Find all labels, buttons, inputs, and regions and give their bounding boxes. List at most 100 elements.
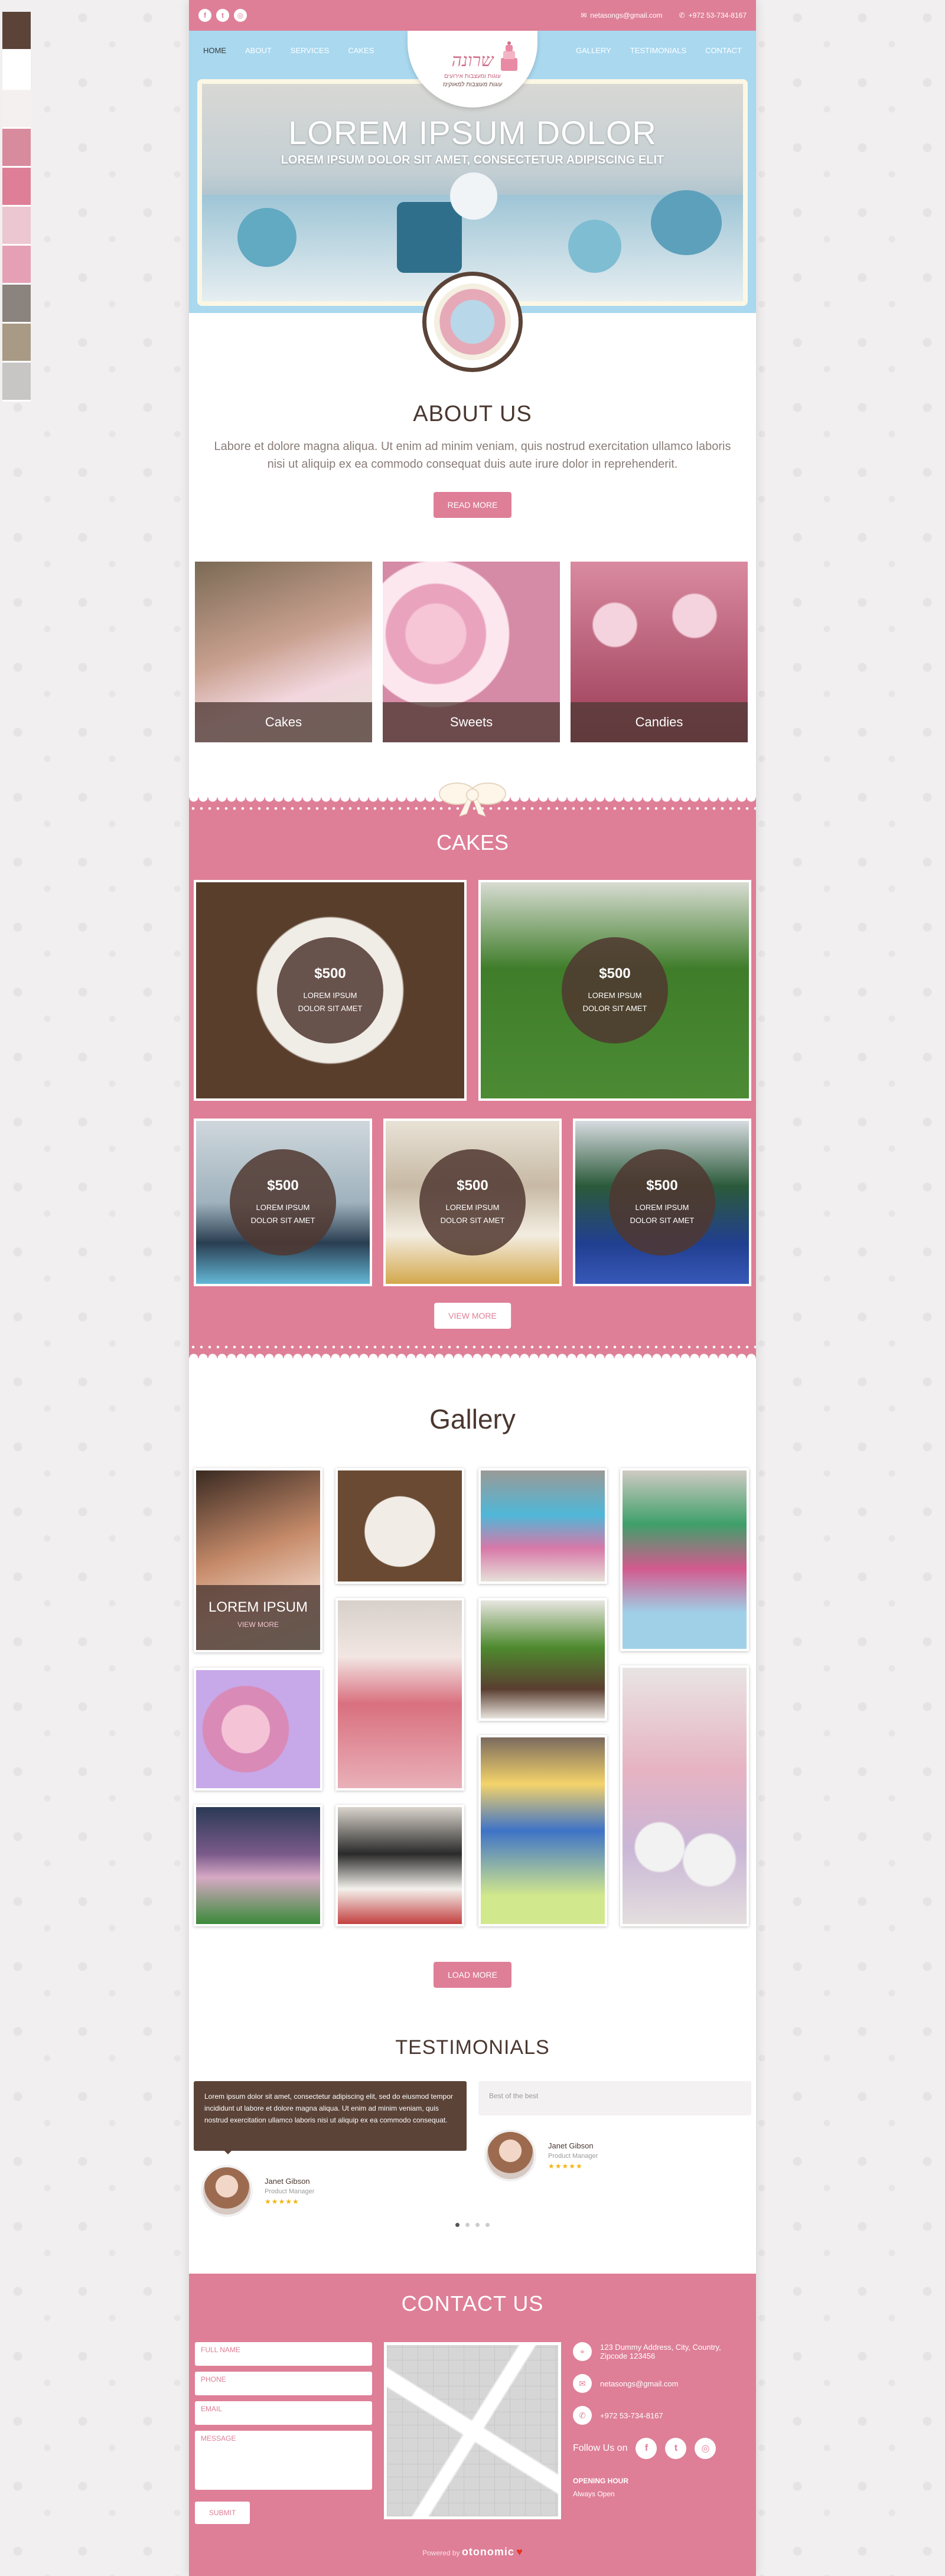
main-nav: HOME ABOUT SERVICES CAKES GALLERY TESTIM… xyxy=(189,31,756,107)
gallery-image[interactable] xyxy=(335,1805,464,1926)
swatch[interactable] xyxy=(2,51,31,90)
hero-decor xyxy=(568,220,621,273)
swatch[interactable] xyxy=(2,246,31,285)
gallery-image[interactable] xyxy=(194,1668,322,1791)
overlay-link[interactable]: VIEW MORE xyxy=(196,1620,320,1629)
author-role: Product Manager xyxy=(548,2152,598,2160)
twitter-icon[interactable]: t xyxy=(216,9,229,22)
nav-item-home[interactable]: HOME xyxy=(194,31,236,71)
twitter-icon[interactable]: t xyxy=(665,2438,687,2459)
opening-hours: OPENING HOUR Always Open xyxy=(573,2477,750,2498)
nav-item-cakes[interactable]: CAKES xyxy=(338,31,383,71)
cake-price: $500 xyxy=(314,966,346,982)
nav-item-services[interactable]: SERVICES xyxy=(281,31,339,71)
top-phone[interactable]: +972 53-734-8167 xyxy=(689,11,747,19)
author-name: Janet Gibson xyxy=(265,2176,310,2186)
follow-us: Follow Us on f t ◎ xyxy=(573,2438,750,2459)
category-sweets[interactable]: Sweets xyxy=(383,562,560,742)
powered-by: Powered by otonomic ♥ xyxy=(189,2546,756,2558)
cake-desc: LOREM IPSUM DOLOR SIT AMET xyxy=(582,991,647,1013)
location-map[interactable] xyxy=(384,2342,561,2519)
gallery-image[interactable] xyxy=(478,1735,607,1926)
gallery-title: Gallery xyxy=(429,1404,516,1434)
gallery-section: Gallery LOREM IPSUM VIEW MORE LOAD MORE xyxy=(189,1358,756,2002)
hero-decor xyxy=(397,202,462,273)
logo-subtitle: עוגות ומעצבות אירועים xyxy=(444,73,501,80)
cake-item[interactable]: $500 LOREM IPSUM DOLOR SIT AMET xyxy=(383,1119,562,1286)
gallery-image[interactable] xyxy=(194,1805,322,1926)
page: f t ◎ ✉ netasongs@gmail.com ✆ +972 53-734-… xyxy=(0,0,945,2576)
logo-title: שרונה xyxy=(451,50,494,71)
swatch[interactable] xyxy=(2,207,31,246)
mail-icon: ✉ xyxy=(581,11,587,19)
swatch[interactable] xyxy=(2,129,31,168)
email-text[interactable]: netasongs@gmail.com xyxy=(600,2379,678,2388)
follow-label: Follow Us on xyxy=(573,2443,628,2453)
contact-info: ⌖ 123 Dummy Address, City, Country, Zipc… xyxy=(573,2342,750,2498)
gallery-image[interactable]: LOREM IPSUM VIEW MORE xyxy=(194,1468,322,1652)
instagram-icon[interactable]: ◎ xyxy=(695,2438,716,2459)
hero-title: LOREM IPSUM DOLOR xyxy=(288,114,657,151)
gallery-image[interactable] xyxy=(620,1665,749,1926)
star-rating: ★★★★★ xyxy=(548,2161,583,2170)
category-cakes[interactable]: Cakes xyxy=(195,562,372,742)
submit-button[interactable]: SUBMIT xyxy=(195,2502,250,2524)
nav-item-about[interactable]: ABOUT xyxy=(236,31,281,71)
carousel-dot[interactable] xyxy=(485,2223,490,2227)
swatch[interactable] xyxy=(2,363,31,402)
scallop-edge xyxy=(189,1349,756,1358)
avatar xyxy=(484,2130,536,2182)
gallery-image[interactable] xyxy=(478,1468,607,1584)
category-candies[interactable]: Candies xyxy=(571,562,748,742)
cake-item[interactable]: $500 LOREM IPSUM DOLOR SIT AMET xyxy=(194,1119,372,1286)
carousel-dots xyxy=(455,2223,490,2227)
carousel-dot[interactable] xyxy=(455,2223,460,2227)
read-more-button[interactable]: READ MORE xyxy=(433,492,512,518)
cakes-title: CAKES xyxy=(436,830,509,855)
carousel-dot[interactable] xyxy=(475,2223,480,2227)
emblem-image xyxy=(434,283,511,360)
nav-item-contact[interactable]: CONTACT xyxy=(696,31,751,71)
swatch[interactable] xyxy=(2,90,31,129)
gallery-image[interactable] xyxy=(478,1598,607,1721)
contact-email: ✉ netasongs@gmail.com xyxy=(573,2374,750,2393)
phone-text[interactable]: +972 53-734-8167 xyxy=(600,2411,663,2420)
gallery-image[interactable] xyxy=(335,1468,464,1584)
swatch[interactable] xyxy=(2,12,31,51)
cake-item[interactable]: $500 LOREM IPSUM DOLOR SIT AMET xyxy=(573,1119,751,1286)
nav-left: HOME ABOUT SERVICES CAKES xyxy=(194,31,383,71)
facebook-icon[interactable]: f xyxy=(636,2438,657,2459)
logo-tagline: עוגות מעוצבות למאוקינז xyxy=(442,81,503,88)
carousel-dot[interactable] xyxy=(465,2223,470,2227)
cake-item[interactable]: $500 LOREM IPSUM DOLOR SIT AMET xyxy=(194,880,467,1101)
top-contact: ✉ netasongs@gmail.com ✆ +972 53-734-8167 xyxy=(581,11,747,19)
category-label: Cakes xyxy=(195,702,372,742)
nav-item-gallery[interactable]: GALLERY xyxy=(566,31,621,71)
facebook-icon[interactable]: f xyxy=(198,9,211,22)
mail-icon: ✉ xyxy=(573,2374,592,2393)
about-emblem xyxy=(422,272,523,372)
cake-item[interactable]: $500 LOREM IPSUM DOLOR SIT AMET xyxy=(478,880,751,1101)
cake-price: $500 xyxy=(267,1178,299,1194)
full-name-field[interactable]: FULL NAME xyxy=(195,2342,372,2366)
testimonial-author: Janet Gibson Product Manager ★★★★★ xyxy=(201,2165,314,2217)
testimonials-title: TESTIMONIALS xyxy=(395,2036,550,2059)
load-more-button[interactable]: LOAD MORE xyxy=(433,1962,512,1988)
swatch[interactable] xyxy=(2,324,31,363)
phone-field[interactable]: PHONE xyxy=(195,2372,372,2395)
testimonial-quote: Best of the best xyxy=(478,2081,751,2115)
message-field[interactable]: MESSAGE xyxy=(195,2431,372,2490)
gallery-image[interactable] xyxy=(620,1468,749,1651)
view-more-button[interactable]: VIEW MORE xyxy=(434,1303,511,1329)
powered-brand[interactable]: otonomic xyxy=(462,2546,514,2558)
swatch[interactable] xyxy=(2,285,31,324)
gallery-image[interactable] xyxy=(335,1598,464,1791)
swatch[interactable] xyxy=(2,168,31,207)
instagram-icon[interactable]: ◎ xyxy=(234,9,247,22)
email-field[interactable]: EMAIL xyxy=(195,2401,372,2425)
cake-desc: LOREM IPSUM DOLOR SIT AMET xyxy=(298,991,363,1013)
hero-decor xyxy=(450,172,497,220)
nav-item-testimonials[interactable]: TESTIMONIALS xyxy=(621,31,696,71)
top-email[interactable]: netasongs@gmail.com xyxy=(590,11,662,19)
contact-address: ⌖ 123 Dummy Address, City, Country, Zipc… xyxy=(573,2342,750,2361)
